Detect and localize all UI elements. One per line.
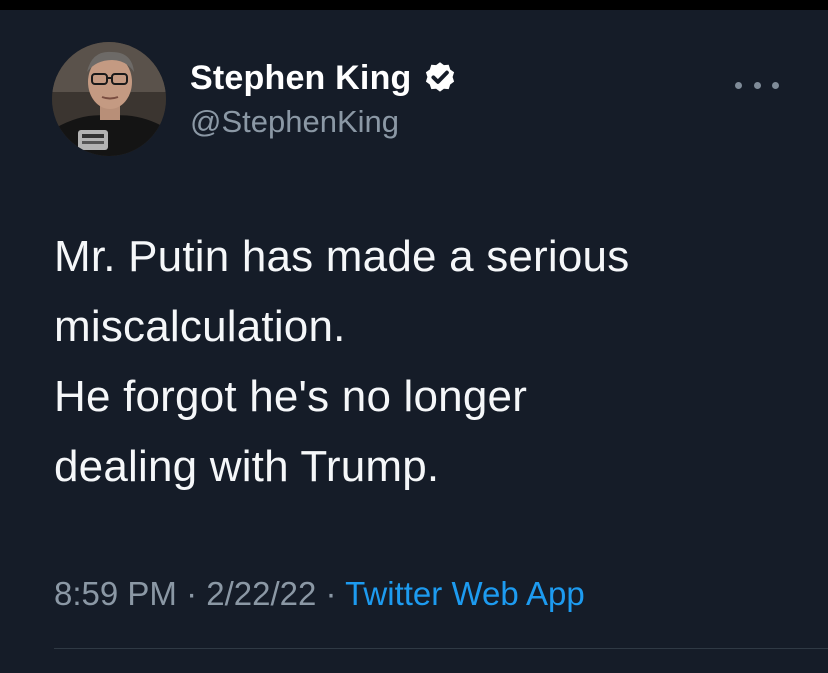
- tweet-source-link[interactable]: Twitter Web App: [345, 575, 585, 612]
- tweet-date[interactable]: 2/22/22: [206, 575, 316, 612]
- tweet-time[interactable]: 8:59 PM: [54, 575, 177, 612]
- top-edge: [0, 0, 828, 10]
- tweet-line: He forgot he's no longer: [54, 372, 528, 421]
- author-block: Stephen King @StephenKing: [190, 56, 458, 140]
- dot-icon: [772, 81, 779, 89]
- more-options-icon[interactable]: [735, 75, 779, 95]
- display-name[interactable]: Stephen King: [190, 59, 412, 98]
- tweet-line: miscalculation.: [54, 302, 346, 351]
- divider: [54, 648, 828, 649]
- tweet-line: Mr. Putin has made a serious: [54, 232, 630, 281]
- handle[interactable]: @StephenKing: [190, 104, 458, 140]
- tweet-card: Stephen King @StephenKing Mr. Putin has …: [0, 10, 828, 673]
- dot-icon: [753, 81, 761, 89]
- name-row: Stephen King: [190, 56, 458, 100]
- meta-separator: ·: [186, 575, 207, 612]
- tweet-text: Mr. Putin has made a serious miscalculat…: [54, 222, 794, 502]
- verified-badge-icon: [422, 60, 458, 96]
- avatar-photo: [52, 42, 166, 156]
- tweet-line: dealing with Trump.: [54, 442, 440, 491]
- meta-separator: ·: [325, 575, 346, 612]
- tweet-meta: 8:59 PM · 2/22/22 · Twitter Web App: [54, 575, 585, 613]
- dot-icon: [735, 81, 742, 89]
- avatar[interactable]: [52, 42, 166, 156]
